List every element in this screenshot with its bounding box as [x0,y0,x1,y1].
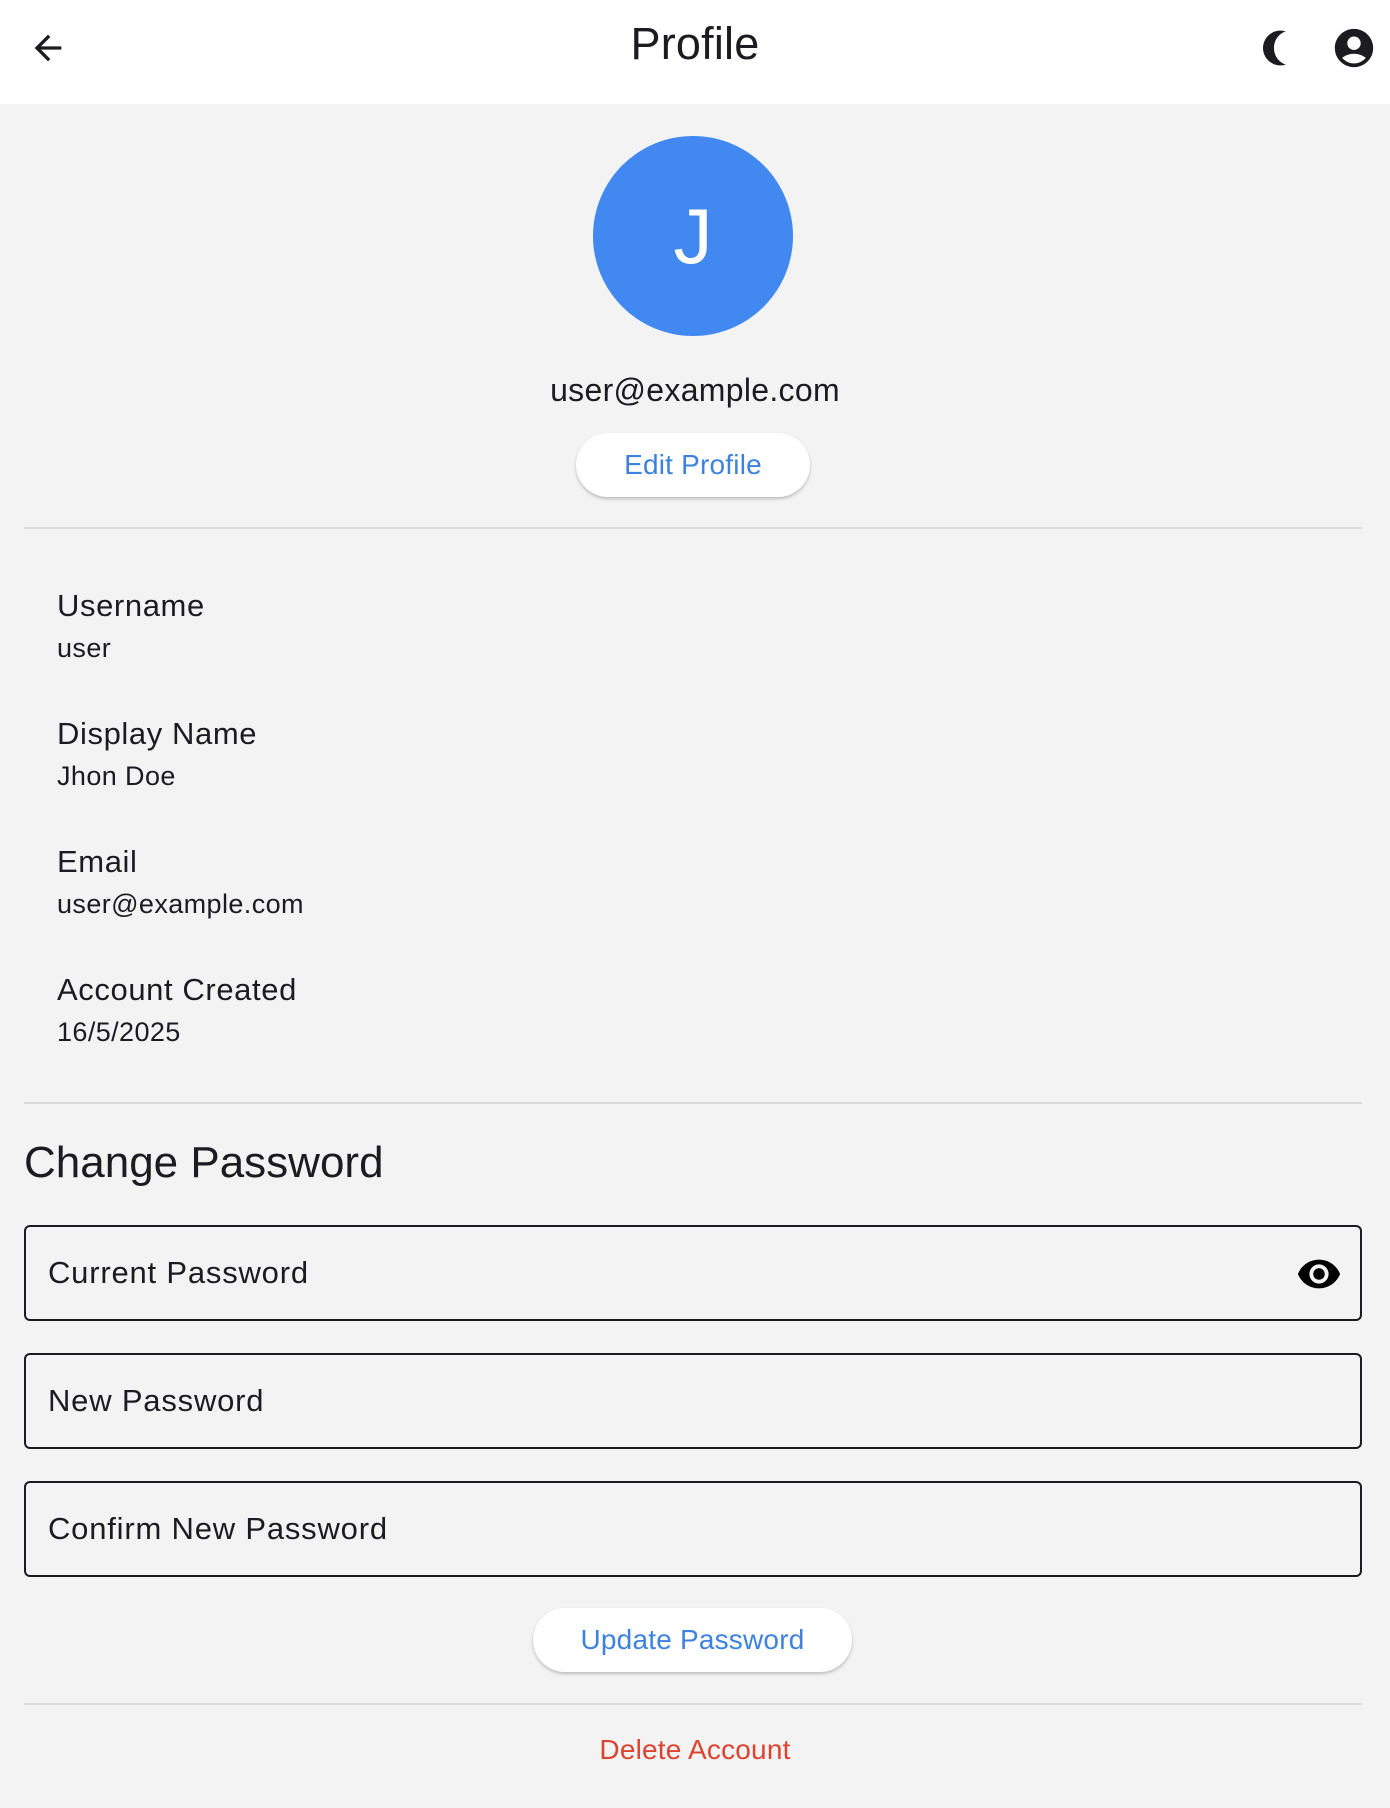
page-title: Profile [630,18,760,69]
edit-profile-button[interactable]: Edit Profile [576,433,810,497]
new-password-field[interactable] [24,1353,1362,1449]
account-circle-icon [1334,28,1374,68]
info-label: Email [57,844,138,879]
info-label: Display Name [57,716,258,751]
toggle-visibility-button[interactable] [1292,1247,1346,1301]
app-bar: Profile [0,0,1390,104]
current-password-field[interactable] [24,1225,1362,1321]
info-value: user [57,633,112,663]
info-label: Account Created [57,972,297,1007]
divider [24,527,1362,529]
eye-icon [1297,1259,1341,1289]
info-item-email: Email user@example.com [57,844,304,920]
info-value: Jhon Doe [57,761,176,791]
info-item-display-name: Display Name Jhon Doe [57,716,257,792]
change-password-title: Change Password [24,1138,384,1187]
confirm-password-field[interactable] [24,1481,1362,1577]
divider [24,1102,1362,1104]
profile-content: J user@example.com Edit Profile Username… [0,104,1390,1808]
avatar: J [593,136,793,336]
theme-toggle-button[interactable] [1246,20,1302,76]
info-item-account-created: Account Created 16/5/2025 [57,972,297,1048]
info-value: 16/5/2025 [57,1017,181,1047]
info-label: Username [57,588,205,623]
dark-mode-moon-icon [1263,30,1286,66]
profile-email: user@example.com [550,372,840,408]
divider [24,1703,1362,1705]
update-password-button[interactable]: Update Password [533,1608,852,1672]
info-item-username: Username user [57,588,205,664]
current-password-input[interactable] [48,1227,1280,1319]
delete-account-button[interactable]: Delete Account [0,1734,1390,1766]
account-button[interactable] [1326,20,1382,76]
info-value: user@example.com [57,889,304,919]
confirm-password-input[interactable] [48,1483,1280,1575]
new-password-input[interactable] [48,1355,1280,1447]
